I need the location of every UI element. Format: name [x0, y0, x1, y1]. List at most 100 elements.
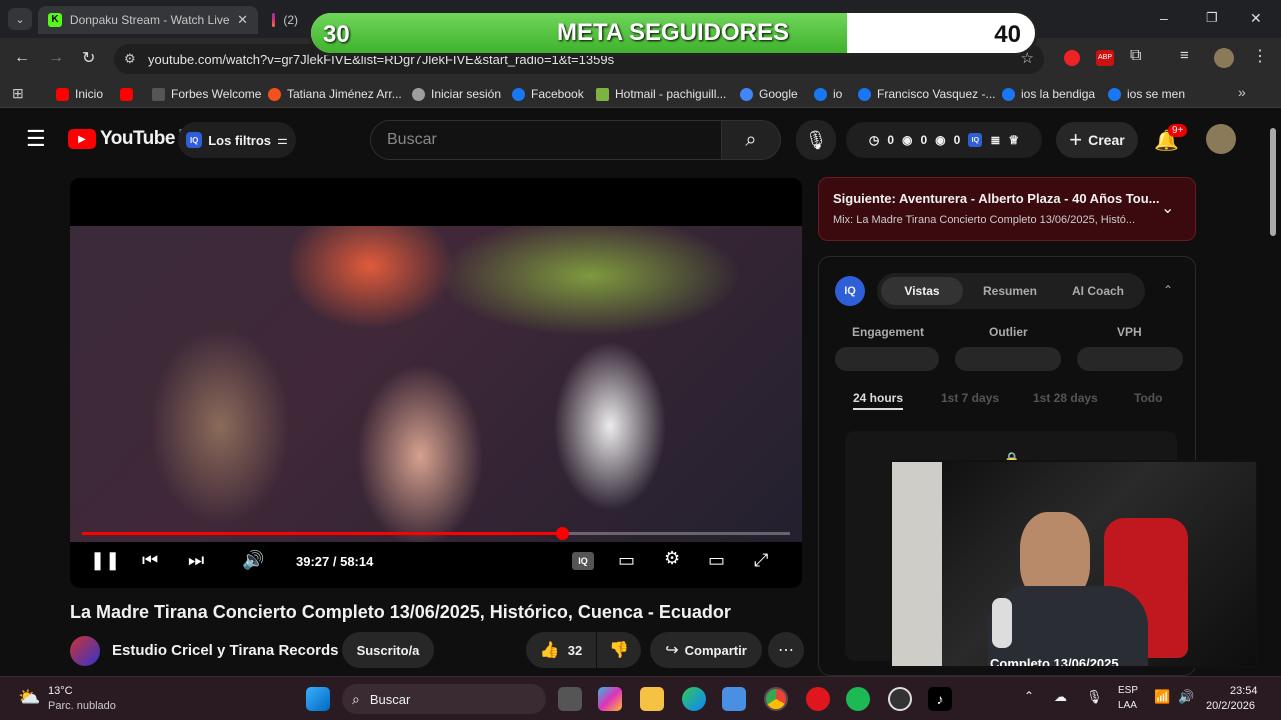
tab-resumen[interactable]: Resumen: [969, 277, 1051, 305]
range-28-days[interactable]: 1st 28 days: [1033, 391, 1098, 405]
bookmark-francisco[interactable]: Francisco Vasquez -...: [858, 86, 996, 102]
clock-time[interactable]: 23:54: [1230, 685, 1258, 697]
more-actions-button[interactable]: ⋯: [768, 632, 804, 668]
range-todo[interactable]: Todo: [1134, 391, 1162, 405]
previous-icon[interactable]: ⏮: [142, 550, 158, 571]
close-window-button[interactable]: ✕: [1250, 10, 1262, 27]
close-tab-icon[interactable]: ✕: [237, 12, 248, 28]
mic-tray-icon[interactable]: 🎙: [1086, 689, 1103, 705]
bookmark-youtube[interactable]: [120, 86, 133, 102]
windows-start-icon[interactable]: [306, 687, 330, 711]
forward-icon[interactable]: →: [48, 49, 64, 67]
weather-icon[interactable]: ⛅: [18, 687, 40, 708]
opera-icon[interactable]: [806, 687, 830, 711]
theater-mode-icon[interactable]: ▭: [708, 550, 725, 571]
tab-vistas[interactable]: Vistas: [881, 277, 963, 305]
stats-widget[interactable]: ◷ 0 ◉ 0 ◉ 0 IQ ≣ ♕: [846, 122, 1042, 158]
weather-temp[interactable]: 13°C: [48, 685, 73, 697]
minimize-button[interactable]: –: [1160, 10, 1168, 26]
tab-list-button[interactable]: ⌄: [8, 8, 32, 30]
maximize-button[interactable]: ❐: [1206, 10, 1218, 26]
video-player[interactable]: ❚❚ ⏮ ⏭ 🔊 39:27 / 58:14 IQ ▭ ⚙ ▭ ⤢: [70, 178, 802, 588]
extension-icon[interactable]: [1064, 50, 1080, 66]
progress-bar[interactable]: [82, 527, 790, 540]
subscribe-button[interactable]: Suscrito/a: [342, 632, 434, 668]
filters-button[interactable]: IQ Los filtros ⚌: [178, 122, 296, 158]
profile-avatar[interactable]: [1214, 48, 1234, 68]
obs-icon[interactable]: [888, 687, 912, 711]
edge-icon[interactable]: [682, 687, 706, 711]
extensions-icon[interactable]: ⧉: [1130, 47, 1141, 65]
scrollbar-thumb[interactable]: [1270, 128, 1276, 236]
bookmark-io[interactable]: io: [814, 86, 842, 102]
bookmark-ios-se-men[interactable]: ios se men: [1108, 86, 1185, 102]
like-button[interactable]: 👍 32: [526, 632, 596, 668]
back-icon[interactable]: ←: [14, 49, 30, 67]
iq-icon[interactable]: IQ: [572, 552, 594, 570]
site-info-icon[interactable]: ⚙: [124, 51, 136, 67]
share-button[interactable]: ↪ Compartir: [650, 632, 762, 668]
volume-icon[interactable]: 🔊: [242, 550, 264, 571]
bookmark-hotmail[interactable]: Hotmail - pachiguill...: [596, 86, 726, 102]
chevron-up-icon[interactable]: ⌃: [1163, 283, 1173, 297]
tray-app-icon[interactable]: ☁: [1054, 689, 1067, 705]
sliders-icon: ⚌: [277, 133, 288, 147]
account-avatar[interactable]: [1206, 124, 1236, 154]
subtitles-icon[interactable]: ▭: [618, 550, 635, 571]
bookmark-forbes[interactable]: Forbes Welcome: [152, 86, 261, 102]
bookmark-iniciar[interactable]: Iniciar sesión: [412, 86, 501, 102]
video-frame[interactable]: [70, 226, 802, 542]
reload-icon[interactable]: ↻: [82, 48, 95, 68]
tiktok-icon[interactable]: ♪: [928, 687, 952, 711]
tab-instagram[interactable]: (2): [262, 6, 308, 34]
dislike-button[interactable]: 👎: [597, 632, 641, 668]
youtube-logo[interactable]: ▶ YouTube EC: [68, 128, 190, 150]
channel-name[interactable]: Estudio Cricel y Tirana Records: [112, 642, 338, 659]
create-button[interactable]: + Crear: [1056, 122, 1138, 158]
chevron-down-icon[interactable]: ⌄: [1161, 198, 1174, 218]
page-scrollbar[interactable]: [1268, 118, 1278, 676]
spotify-icon[interactable]: [846, 687, 870, 711]
taskbar-search[interactable]: ⌕ Buscar: [342, 684, 546, 714]
bookmark-ios-bendiga[interactable]: ios la bendiga: [1002, 86, 1095, 102]
facebook-icon: [858, 87, 871, 101]
task-view-icon[interactable]: [558, 687, 582, 711]
clock-date[interactable]: 20/2/2026: [1206, 700, 1255, 712]
up-next-card[interactable]: Siguiente: Aventurera - Alberto Plaza - …: [818, 177, 1196, 241]
fullscreen-icon[interactable]: ⤢: [754, 550, 768, 571]
settings-icon[interactable]: ⚙: [664, 548, 680, 569]
pause-icon[interactable]: ❚❚: [90, 550, 120, 571]
store-icon[interactable]: [722, 687, 746, 711]
file-explorer-icon[interactable]: [640, 687, 664, 711]
apps-icon[interactable]: ⊞: [12, 85, 24, 102]
search-box[interactable]: Buscar: [370, 120, 722, 160]
bookmark-tatiana[interactable]: Tatiana Jiménez Arr...: [268, 86, 402, 102]
weather-desc[interactable]: Parc. nublado: [48, 700, 116, 712]
tab-ai-coach[interactable]: AI Coach: [1057, 277, 1139, 305]
menu-icon[interactable]: ⋮: [1252, 46, 1268, 66]
tab-donpaku[interactable]: K Donpaku Stream - Watch Live o ✕: [38, 6, 258, 34]
adblock-icon[interactable]: ABP: [1096, 50, 1114, 66]
language-1[interactable]: ESP: [1118, 685, 1138, 696]
more-bookmarks-icon[interactable]: »: [1238, 84, 1246, 100]
voice-search-button[interactable]: 🎙: [796, 120, 836, 160]
tray-chevron-icon[interactable]: ⌃: [1024, 689, 1034, 703]
next-icon[interactable]: ⏭: [188, 550, 204, 571]
search-button[interactable]: ⌕: [721, 120, 781, 160]
wifi-icon[interactable]: 📶: [1154, 689, 1170, 705]
hamburger-icon[interactable]: ☰: [26, 126, 46, 152]
language-2[interactable]: LAA: [1118, 700, 1137, 711]
bookmark-inicio[interactable]: Inicio: [56, 86, 103, 102]
range-7-days[interactable]: 1st 7 days: [941, 391, 999, 405]
bookmark-google[interactable]: Google: [740, 86, 798, 102]
channel-avatar[interactable]: [70, 636, 100, 666]
site-icon: [268, 87, 281, 101]
speaker-icon[interactable]: 🔊: [1178, 689, 1194, 705]
range-24-hours[interactable]: 24 hours: [853, 391, 904, 410]
media-icon[interactable]: ≡: [1180, 47, 1189, 64]
bookmark-facebook[interactable]: Facebook: [512, 86, 584, 102]
chrome-icon[interactable]: [764, 687, 788, 711]
notifications-button[interactable]: 🔔 9+: [1154, 124, 1188, 153]
progress-scrubber[interactable]: [556, 527, 570, 540]
copilot-icon[interactable]: [598, 687, 622, 711]
